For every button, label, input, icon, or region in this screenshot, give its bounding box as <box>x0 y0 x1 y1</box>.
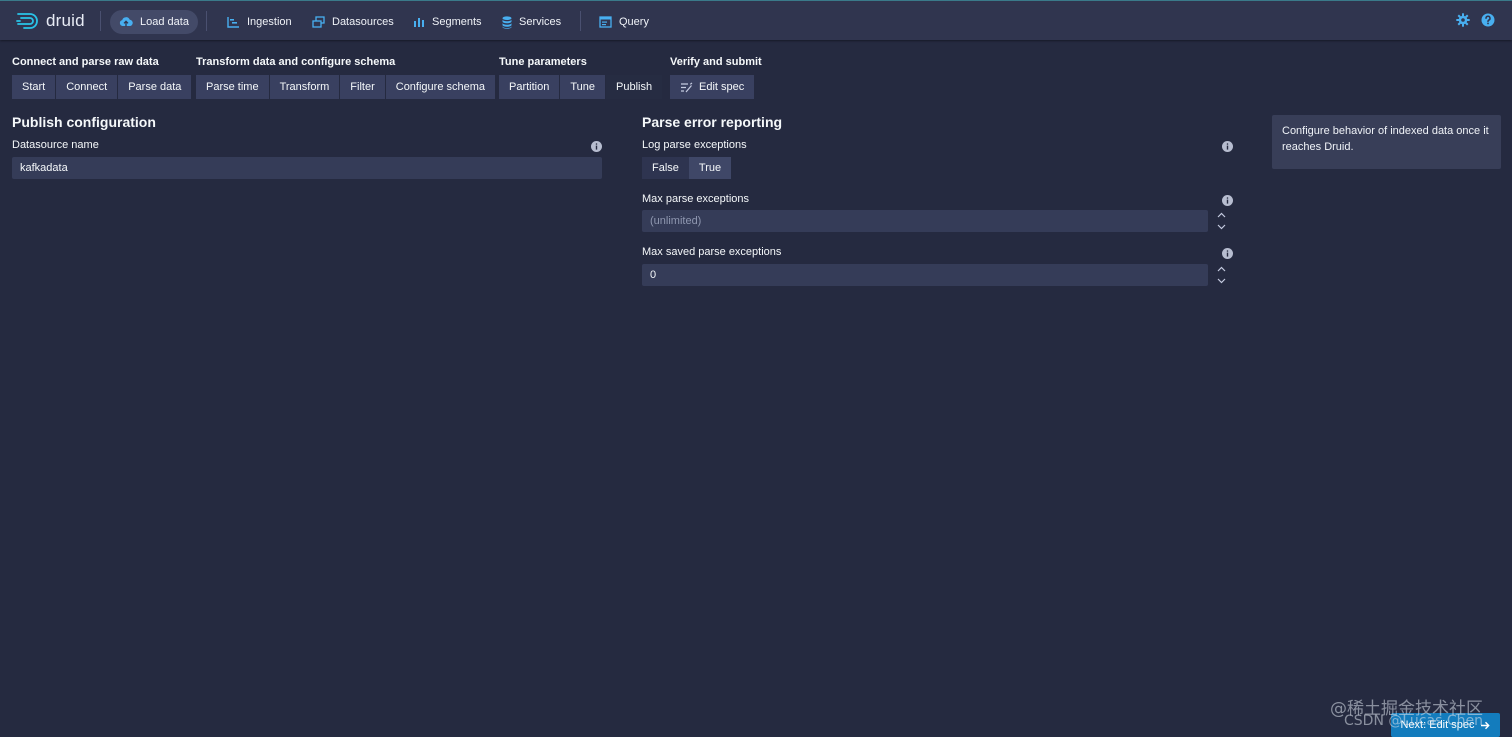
stacked-chart-icon <box>414 18 424 27</box>
chevron-down-icon[interactable] <box>1217 278 1226 284</box>
info-icon[interactable] <box>591 141 602 152</box>
max-saved-parse-exceptions-input[interactable]: 0 <box>642 264 1208 286</box>
chevron-up-icon[interactable] <box>1217 266 1226 272</box>
step-transform[interactable]: Transform <box>269 75 341 99</box>
druid-logo-icon <box>16 13 38 29</box>
nav-datasources[interactable]: Datasources <box>303 10 403 34</box>
step-edit-spec-label: Edit spec <box>699 81 745 93</box>
nav-label: Services <box>519 16 562 28</box>
gantt-chart-icon <box>227 17 239 28</box>
nav-label: Load data <box>140 16 189 28</box>
step-tune[interactable]: Tune <box>560 75 607 99</box>
nav-load-data[interactable]: Load data <box>110 10 198 34</box>
druid-logo[interactable]: druid <box>16 9 85 33</box>
nav-divider <box>580 11 581 31</box>
step-group-label: Connect and parse raw data <box>12 56 159 68</box>
nav-label: Datasources <box>332 16 394 28</box>
help-callout: Configure behavior of indexed data once … <box>1272 115 1501 169</box>
nav-divider <box>100 11 101 31</box>
step-group-label: Transform data and configure schema <box>196 56 396 68</box>
step-partition[interactable]: Partition <box>499 75 561 99</box>
step-group-connect: Connect and parse raw data Start Connect… <box>12 56 192 99</box>
database-icon <box>502 15 512 29</box>
multi-select-icon <box>312 16 325 28</box>
step-edit-spec[interactable]: Edit spec <box>670 75 755 99</box>
step-filter[interactable]: Filter <box>340 75 386 99</box>
watermark-csdn: CSDN @Lucas Chen <box>1344 713 1483 729</box>
log-parse-exceptions-label: Log parse exceptions <box>642 139 747 151</box>
info-icon[interactable] <box>1222 248 1233 259</box>
info-icon[interactable] <box>1222 141 1233 152</box>
max-parse-exceptions-stepper[interactable] <box>1210 210 1232 232</box>
nav-label: Ingestion <box>247 16 292 28</box>
step-group-verify: Verify and submit Edit spec <box>670 56 762 99</box>
step-connect[interactable]: Connect <box>56 75 119 99</box>
nav-services[interactable]: Services <box>493 10 570 34</box>
top-navbar: druid Load data Ingestion Datasources Se… <box>0 0 1512 40</box>
step-group-label: Tune parameters <box>499 56 587 68</box>
nav-label: Query <box>619 16 649 28</box>
step-group-tune: Tune parameters Partition Tune Publish <box>499 56 663 99</box>
max-parse-exceptions-label: Max parse exceptions <box>642 193 749 205</box>
cog-icon[interactable] <box>1456 13 1470 27</box>
nav-segments[interactable]: Segments <box>404 10 491 34</box>
nav-query[interactable]: Query <box>590 10 658 34</box>
chevron-up-icon[interactable] <box>1217 212 1226 218</box>
log-parse-exceptions-toggle: False True <box>642 157 732 179</box>
log-true-button[interactable]: True <box>688 157 732 179</box>
cloud-upload-icon <box>119 17 133 27</box>
max-saved-parse-exceptions-stepper[interactable] <box>1210 264 1232 286</box>
log-false-button[interactable]: False <box>642 157 689 179</box>
brand-name: druid <box>46 11 85 30</box>
step-start[interactable]: Start <box>12 75 57 99</box>
nav-label: Segments <box>432 16 482 28</box>
application-icon <box>599 16 612 28</box>
edit-spec-icon <box>681 82 693 92</box>
info-icon[interactable] <box>1222 195 1233 206</box>
step-parse-time[interactable]: Parse time <box>196 75 270 99</box>
step-group-transform: Transform data and configure schema Pars… <box>196 56 496 99</box>
max-saved-parse-exceptions-label: Max saved parse exceptions <box>642 246 782 258</box>
datasource-name-input[interactable]: kafkadata <box>12 157 602 179</box>
step-configure-schema[interactable]: Configure schema <box>385 75 496 99</box>
step-group-label: Verify and submit <box>670 56 762 68</box>
step-publish[interactable]: Publish <box>606 75 663 99</box>
max-parse-exceptions-input[interactable]: (unlimited) <box>642 210 1208 232</box>
nav-divider <box>206 11 207 31</box>
datasource-name-label: Datasource name <box>12 139 99 151</box>
chevron-down-icon[interactable] <box>1217 224 1226 230</box>
help-icon[interactable] <box>1481 13 1495 27</box>
parse-error-title: Parse error reporting <box>642 114 783 130</box>
step-parse-data[interactable]: Parse data <box>118 75 192 99</box>
publish-config-title: Publish configuration <box>12 114 156 130</box>
nav-ingestion[interactable]: Ingestion <box>218 10 301 34</box>
